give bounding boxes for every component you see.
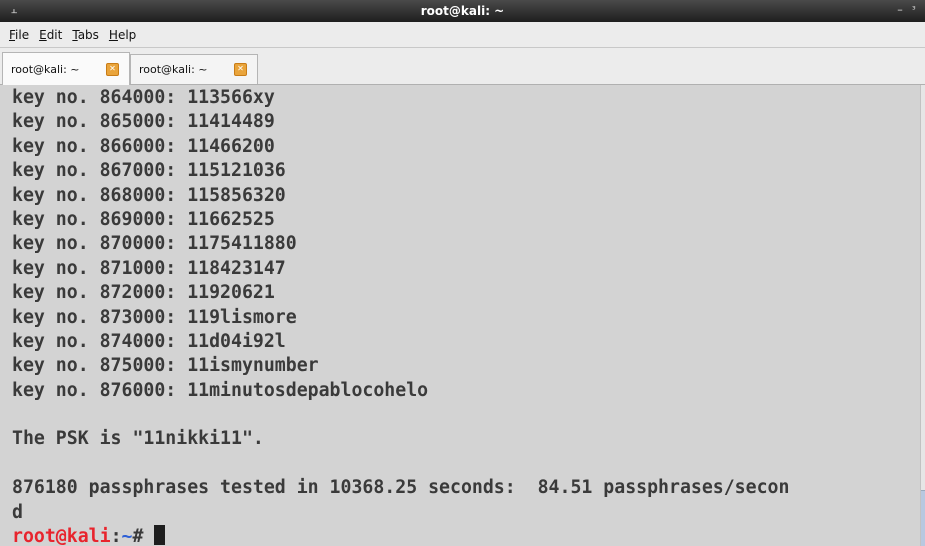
window-title: root@kali: ~: [420, 4, 505, 18]
tab-root-kali-2[interactable]: root@kali: ~ ✕: [130, 54, 258, 84]
terminal-line: key no. 875000: 11ismynumber: [12, 355, 319, 377]
terminal-line: key no. 868000: 115856320: [12, 184, 286, 206]
menu-help[interactable]: Help: [104, 28, 141, 42]
menu-tabs[interactable]: Tabs: [67, 28, 104, 42]
terminal-icon: ⫠: [10, 3, 18, 16]
prompt-symbol: #: [132, 526, 155, 546]
terminal-output[interactable]: key no. 864000: 113566xy key no. 865000:…: [0, 85, 920, 546]
terminal-line: key no. 871000: 118423147: [12, 257, 286, 279]
terminal-line: key no. 865000: 11414489: [12, 111, 275, 133]
terminal-line: key no. 873000: 119lismore: [12, 306, 297, 328]
text-cursor: [154, 525, 166, 546]
shell-prompt[interactable]: root@kali:~#: [12, 525, 920, 546]
close-icon[interactable]: ✕: [234, 63, 247, 76]
minimize-icon[interactable]: –: [895, 3, 905, 17]
tab-root-kali-1[interactable]: root@kali: ~ ✕: [2, 52, 130, 85]
tab-label: root@kali: ~: [11, 62, 80, 76]
terminal-line: key no. 869000: 11662525: [12, 208, 275, 230]
terminal-line: key no. 872000: 11920621: [12, 282, 275, 304]
window-controls: – ᵌ: [895, 3, 919, 17]
terminal-line: key no. 867000: 115121036: [12, 160, 286, 182]
maximize-icon[interactable]: ᵌ: [909, 3, 919, 17]
terminal-line: key no. 866000: 11466200: [12, 135, 275, 157]
tab-label: root@kali: ~: [139, 63, 208, 76]
close-icon[interactable]: ✕: [106, 62, 119, 76]
psk-result-line: The PSK is "11nikki11".: [12, 428, 264, 450]
prompt-user-host: root@kali: [12, 526, 111, 546]
prompt-path: ~: [121, 526, 133, 546]
vertical-scrollbar[interactable]: [920, 85, 925, 546]
menu-edit[interactable]: Edit: [34, 28, 67, 42]
terminal-line: key no. 876000: 11minutosdepablocohelo: [12, 379, 429, 401]
tab-bar: root@kali: ~ ✕ root@kali: ~ ✕: [0, 48, 925, 85]
menubar: File Edit Tabs Help: [0, 22, 925, 48]
window-titlebar[interactable]: ⫠ root@kali: ~ – ᵌ: [0, 0, 925, 22]
scrollbar-thumb[interactable]: [921, 490, 925, 546]
menu-file[interactable]: File: [4, 28, 34, 42]
stats-line-wrap: d: [12, 501, 23, 523]
stats-line: 876180 passphrases tested in 10368.25 se…: [12, 477, 790, 499]
terminal-line: key no. 874000: 11d04i92l: [12, 330, 286, 352]
prompt-separator: :: [110, 526, 122, 546]
terminal-line: key no. 864000: 113566xy: [12, 87, 275, 108]
terminal-line: key no. 870000: 1175411880: [12, 233, 297, 255]
